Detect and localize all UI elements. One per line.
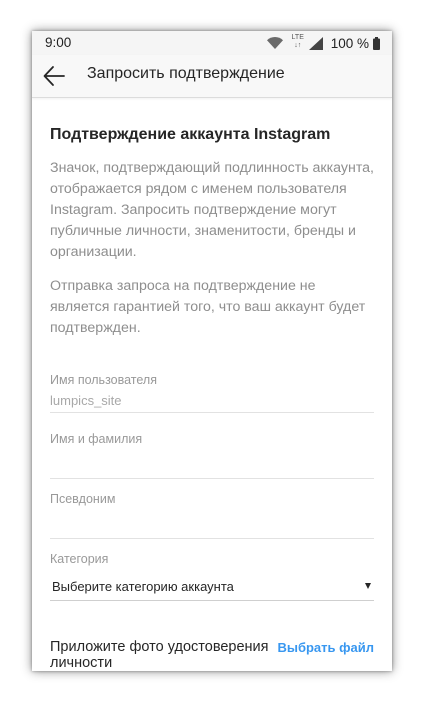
nickname-field[interactable]: Псевдоним	[50, 492, 374, 539]
phone-screen: 9:00 LTE ↓↑ 100 % Запросить подтверждени…	[32, 31, 392, 671]
form-heading: Подтверждение аккаунта Instagram	[50, 126, 331, 143]
full-name-label: Имя и фамилия	[50, 432, 143, 446]
full-name-input[interactable]	[50, 452, 370, 467]
battery-percent: 100 %	[330, 35, 369, 51]
description-paragraph: Значок, подтверждающий подлинность аккау…	[50, 160, 374, 260]
id-photo-label: Приложите фото удостоверения личности	[50, 639, 269, 671]
caret-down-icon	[365, 583, 371, 589]
category-select[interactable]: Выберите категорию аккаунта	[50, 573, 374, 601]
username-input[interactable]	[50, 393, 370, 408]
battery-icon	[373, 36, 380, 50]
wifi-icon	[266, 37, 283, 49]
nickname-label: Псевдоним	[50, 492, 116, 506]
choose-file-button[interactable]: Выбрать файл	[277, 640, 374, 655]
disclaimer-paragraph: Отправка запроса на подтверждение не явл…	[50, 278, 366, 336]
status-bar: 9:00 LTE ↓↑ 100 %	[32, 31, 392, 55]
arrow-left-icon[interactable]	[41, 63, 67, 89]
signal-icon	[308, 36, 323, 50]
username-field[interactable]: Имя пользователя	[50, 373, 374, 413]
status-time: 9:00	[45, 35, 72, 50]
status-icons: LTE ↓↑ 100 %	[266, 34, 380, 52]
lte-icon: LTE ↓↑	[291, 34, 305, 52]
screenshot-stage: 9:00 LTE ↓↑ 100 % Запросить подтверждени…	[0, 0, 424, 704]
network-type: LTE	[291, 34, 304, 41]
app-bar: Запросить подтверждение	[32, 55, 392, 98]
full-name-field[interactable]: Имя и фамилия	[50, 432, 374, 479]
data-arrows-icon: ↓↑	[294, 42, 302, 49]
nickname-input[interactable]	[50, 512, 370, 527]
page-title: Запросить подтверждение	[87, 65, 285, 82]
username-label: Имя пользователя	[50, 373, 157, 387]
category-label: Категория	[50, 552, 109, 566]
category-selected-value: Выберите категорию аккаунта	[52, 579, 234, 594]
